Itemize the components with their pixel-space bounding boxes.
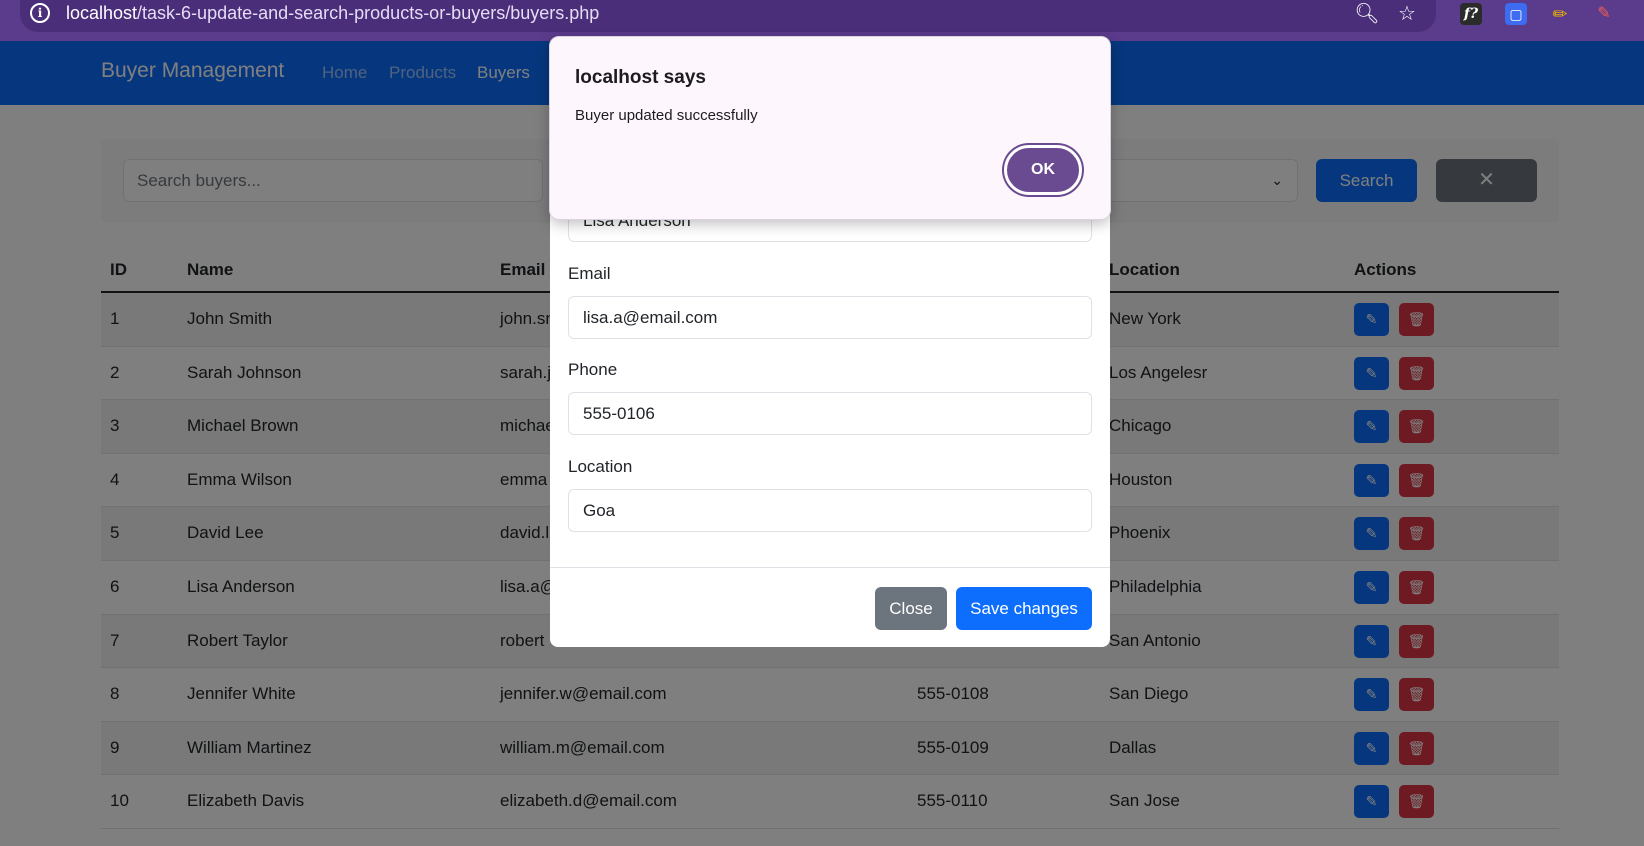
phone-label: Phone [568,360,618,379]
url-text[interactable]: localhost/task-6-update-and-search-produ… [66,3,599,24]
email-label: Email [568,264,611,283]
pencil-extension-icon[interactable]: ✏︎ [1549,3,1571,25]
url-path: /task-6-update-and-search-products-or-bu… [137,3,600,23]
location-label: Location [568,457,633,476]
url-host: localhost [66,3,138,23]
phone-field[interactable] [568,392,1092,435]
alert-message: Buyer updated successfully [575,107,758,124]
site-info-icon[interactable]: i [30,3,50,23]
extension-function-icon[interactable]: f? [1460,3,1482,25]
email-field[interactable] [568,296,1092,339]
zoom-icon[interactable]: 🔍︎ [1354,1,1380,27]
edit-buyer-modal: Email Phone Location Close Save changes [550,199,1110,647]
bookmark-star-icon[interactable]: ☆ [1394,1,1420,27]
browser-toolbar: i localhost/task-6-update-and-search-pro… [0,0,1644,41]
close-button[interactable]: Close [875,587,947,630]
color-picker-extension-icon[interactable]: ✎︎ [1593,3,1615,25]
browser-alert-dialog: localhost says Buyer updated successfull… [549,36,1111,220]
extension-blue-icon[interactable]: ▢ [1505,3,1527,25]
save-changes-button[interactable]: Save changes [956,587,1092,630]
modal-footer: Close Save changes [550,567,1110,647]
location-field[interactable] [568,489,1092,532]
ok-button[interactable]: OK [1004,145,1082,195]
alert-title: localhost says [575,67,706,88]
